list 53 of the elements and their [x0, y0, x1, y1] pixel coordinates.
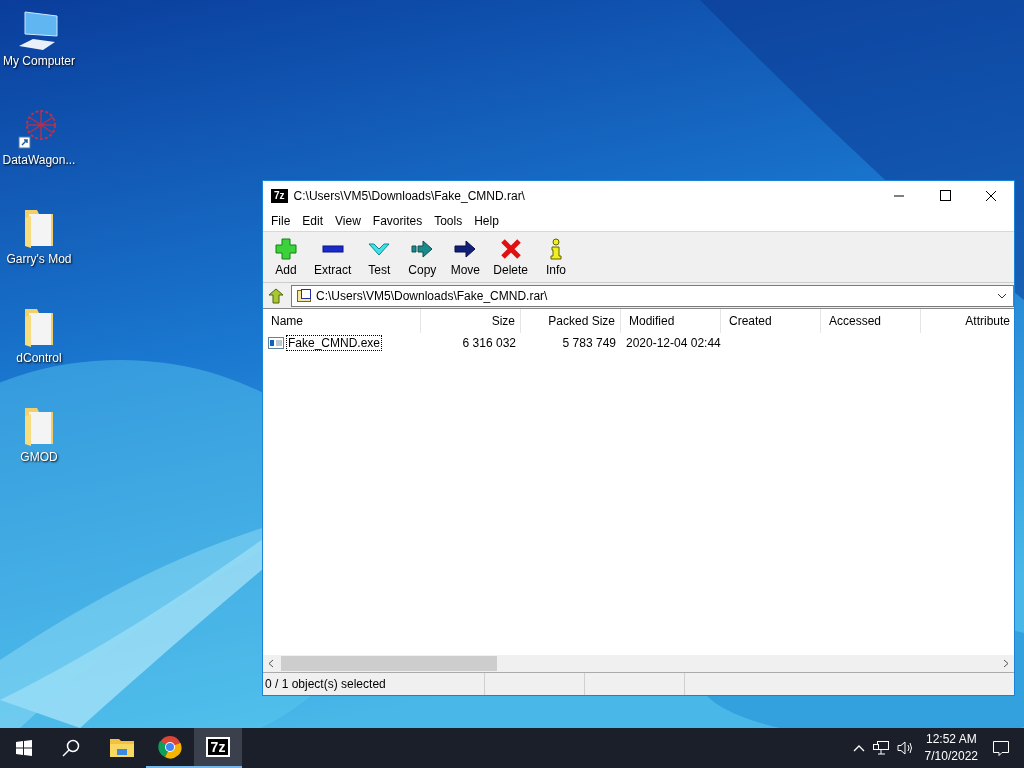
column-header[interactable]: Accessed	[821, 309, 921, 333]
status-text: 0 / 1 object(s) selected	[264, 677, 387, 691]
column-header[interactable]: Attribute	[921, 309, 1014, 333]
desktop-icon-label[interactable]: My Computer	[3, 54, 75, 68]
menu-item[interactable]: View	[329, 214, 367, 228]
add-button[interactable]: Add	[267, 235, 305, 279]
network-icon[interactable]	[872, 740, 889, 756]
chevron-up-icon[interactable]	[852, 744, 865, 752]
notification-icon[interactable]	[992, 739, 1010, 757]
app-logo[interactable]: 7z	[207, 739, 229, 755]
clock-date[interactable]: 7/10/2022	[924, 748, 978, 765]
plus-icon	[275, 237, 297, 260]
window-title: C:\Users\VM5\Downloads\Fake_CMND.rar\	[293, 189, 525, 203]
delete-icon	[499, 237, 522, 260]
folder-icon[interactable]	[110, 737, 134, 757]
extract-button[interactable]: Extract	[310, 235, 356, 279]
menu-item[interactable]: Help	[468, 214, 505, 228]
clock-time[interactable]: 12:52 AM	[925, 731, 977, 748]
computer-icon[interactable]	[17, 8, 61, 52]
windows-logo-icon[interactable]	[16, 740, 32, 756]
desktop-icon-label[interactable]: dControl	[16, 351, 62, 365]
desktop-icon-label[interactable]: DataWagon...	[2, 153, 76, 167]
menu-item[interactable]: Favorites	[366, 214, 429, 228]
menu-item[interactable]: File	[265, 214, 297, 228]
scrollbar-thumb[interactable]	[281, 656, 497, 671]
speaker-icon[interactable]	[896, 740, 915, 756]
column-header[interactable]: Created	[721, 309, 821, 333]
app-logo: 7z	[271, 189, 288, 203]
table-cell-text: 5 783 749	[561, 336, 617, 350]
file-name[interactable]: Fake_CMND.exe	[286, 335, 383, 351]
dropdown-caret-icon[interactable]	[997, 292, 1007, 299]
move-button[interactable]: Move	[446, 235, 485, 279]
address-field[interactable]: C:\Users\VM5\Downloads\Fake_CMND.rar\	[291, 284, 1014, 307]
arrow-icon	[411, 237, 434, 260]
menu-item[interactable]: Tools	[428, 214, 469, 228]
test-button[interactable]: Test	[360, 235, 399, 279]
column-header[interactable]: Name	[263, 309, 421, 333]
menu-item[interactable]: Edit	[296, 214, 330, 228]
copy-button[interactable]: Copy	[403, 235, 442, 279]
up-folder-icon[interactable]	[267, 286, 285, 305]
browser-icon[interactable]	[158, 735, 182, 759]
table-cell-text: 6 316 032	[461, 336, 517, 350]
arrow-icon	[454, 237, 477, 260]
search-icon[interactable]	[62, 739, 80, 757]
table-cell-text: 2020-12-04 02:44	[625, 336, 721, 350]
archive-icon	[296, 287, 312, 304]
column-header[interactable]: Modified	[621, 309, 721, 333]
info-button[interactable]: Info	[537, 235, 576, 279]
column-header[interactable]: Size	[421, 309, 521, 333]
desktop-icon-label[interactable]: Garry's Mod	[6, 252, 72, 266]
column-header[interactable]: Packed Size	[521, 309, 621, 333]
executable-icon	[268, 337, 284, 349]
delete-button[interactable]: Delete	[489, 235, 533, 279]
